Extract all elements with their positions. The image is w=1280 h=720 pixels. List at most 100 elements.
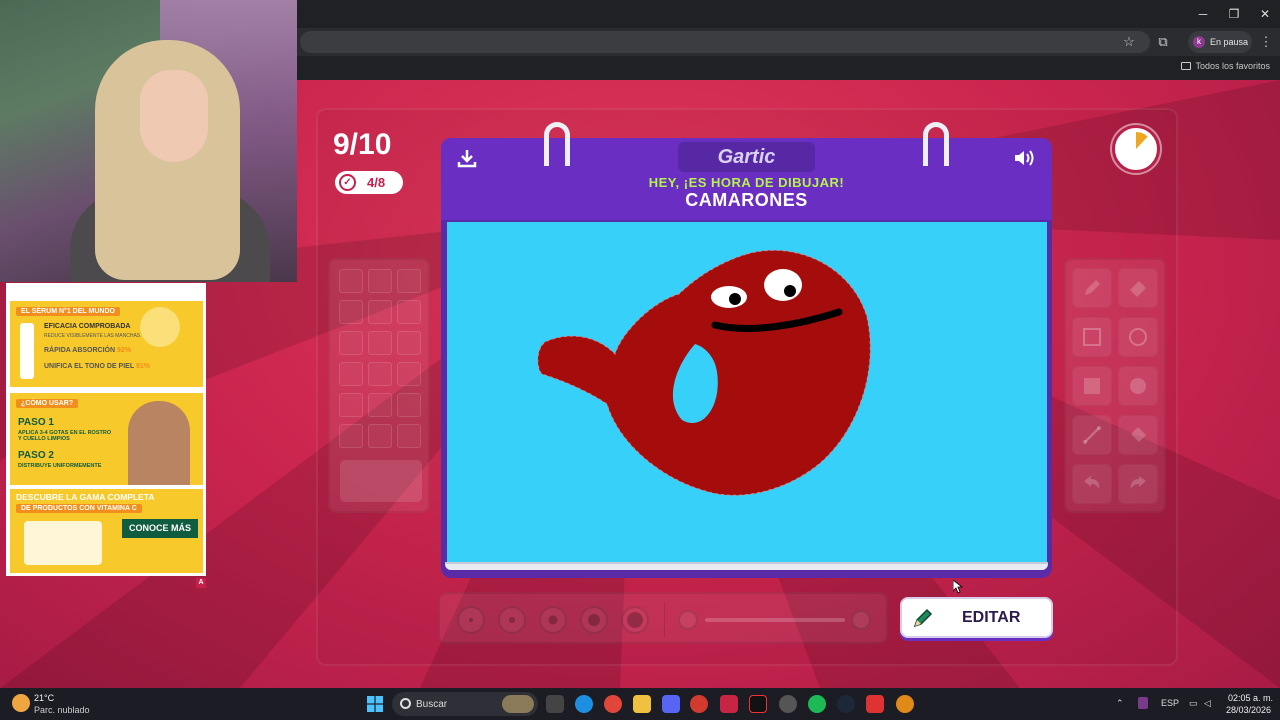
rectangle-tool[interactable]	[1072, 317, 1112, 357]
serum-bottle-image	[20, 323, 34, 379]
taskbar-search[interactable]: Buscar	[392, 692, 538, 716]
divider	[664, 602, 665, 638]
opacity-slider[interactable]	[705, 618, 845, 622]
t-app-icon[interactable]	[720, 695, 738, 713]
color-swatch[interactable]	[339, 362, 363, 386]
folder-icon	[1181, 62, 1192, 70]
language-indicator[interactable]: ESP	[1161, 698, 1179, 708]
network-icon[interactable]: ▭	[1189, 698, 1198, 709]
color-swatch[interactable]	[339, 331, 363, 355]
eraser-tool[interactable]	[1118, 268, 1158, 308]
ad-benefit-3-text: UNIFICA EL TONO DE PIEL	[44, 363, 134, 370]
filled-rectangle-tool[interactable]	[1072, 366, 1112, 406]
color-swatch[interactable]	[368, 393, 392, 417]
color-swatch[interactable]	[368, 362, 392, 386]
undo-tool[interactable]	[1072, 464, 1112, 504]
color-palette	[328, 258, 430, 513]
volume-icon[interactable]	[1013, 148, 1037, 168]
model-image	[128, 401, 190, 485]
color-swatch[interactable]	[339, 393, 363, 417]
conoce-mas-button[interactable]: CONOCE MÁS	[122, 519, 198, 538]
opacity-slider-handle[interactable]	[851, 610, 871, 630]
tray-app-icon[interactable]	[1138, 697, 1148, 709]
clock-date[interactable]: 28/03/2026	[1226, 705, 1271, 715]
tiktok-icon[interactable]	[749, 695, 767, 713]
color-swatch[interactable]	[397, 393, 421, 417]
chrome-icon[interactable]	[604, 695, 622, 713]
recorder-icon[interactable]	[866, 695, 884, 713]
eraser-icon	[1130, 281, 1146, 297]
bookmark-star-icon[interactable]: ☆	[1119, 32, 1139, 52]
weather-icon[interactable]	[12, 694, 30, 712]
minimize-icon[interactable]: ─	[1188, 4, 1218, 24]
task-view-icon[interactable]	[546, 695, 564, 713]
windows-start-icon[interactable]	[367, 696, 383, 712]
color-swatch[interactable]	[368, 269, 392, 293]
color-swatch[interactable]	[368, 300, 392, 324]
g-app-icon[interactable]	[690, 695, 708, 713]
ad-benefit-2: RÁPIDA ABSORCIÓN 92%	[44, 347, 131, 354]
circle-tool[interactable]	[1118, 317, 1158, 357]
all-bookmarks-button[interactable]: Todos los favoritos	[1181, 61, 1270, 71]
obs-icon[interactable]	[779, 695, 797, 713]
tool-panel	[1064, 258, 1166, 513]
brush-size-3[interactable]	[539, 606, 567, 634]
spotify-icon[interactable]	[808, 695, 826, 713]
address-bar[interactable]	[300, 31, 1150, 53]
ad-benefit-3: UNIFICA EL TONO DE PIEL 91%	[44, 363, 150, 370]
color-swatch[interactable]	[368, 331, 392, 355]
discord-icon[interactable]	[662, 695, 680, 713]
profile-button[interactable]: k En pausa	[1188, 31, 1252, 53]
sponsored-ad[interactable]: EL SÉRUM N°1 DEL MUNDO EFICACIA COMPROBA…	[6, 283, 206, 576]
color-swatch[interactable]	[397, 331, 421, 355]
profile-avatar: k	[1193, 36, 1205, 48]
lemon-image	[140, 307, 180, 347]
extensions-icon[interactable]: ⧉	[1153, 32, 1173, 52]
mouse-cursor-icon	[953, 580, 963, 594]
pencil-icon	[1085, 280, 1100, 295]
color-swatch[interactable]	[339, 424, 363, 448]
download-icon[interactable]	[457, 148, 477, 168]
edit-button[interactable]: EDITAR	[900, 597, 1053, 638]
color-swatch[interactable]	[397, 362, 421, 386]
edge-icon[interactable]	[575, 695, 593, 713]
file-explorer-icon[interactable]	[633, 695, 651, 713]
tray-chevron-icon[interactable]: ⌃	[1116, 698, 1124, 709]
filled-circle-tool[interactable]	[1118, 366, 1158, 406]
maximize-icon[interactable]: ❐	[1219, 4, 1249, 24]
ad-benefit-2-text: RÁPIDA ABSORCIÓN	[44, 347, 116, 354]
color-swatch[interactable]	[397, 269, 421, 293]
notebook-ring-left	[544, 122, 570, 166]
pencil-tool[interactable]	[1072, 268, 1112, 308]
color-swatch[interactable]	[368, 424, 392, 448]
line-tool[interactable]	[1072, 415, 1112, 455]
redo-icon	[1130, 476, 1146, 489]
check-icon: ✓	[339, 174, 356, 191]
brush-size-bar	[438, 592, 888, 644]
ad-tag: EL SÉRUM N°1 DEL MUNDO	[16, 307, 120, 316]
brush-size-1[interactable]	[457, 606, 485, 634]
progress-count: 4/8	[367, 175, 386, 190]
brush-size-5[interactable]	[621, 606, 649, 634]
drawing-canvas[interactable]	[447, 222, 1047, 562]
browser-menu-icon[interactable]: ⋮	[1256, 32, 1276, 52]
color-swatch[interactable]	[339, 300, 363, 324]
brush-size-2[interactable]	[498, 606, 526, 634]
fill-bucket-tool[interactable]	[1118, 415, 1158, 455]
redo-tool[interactable]	[1118, 464, 1158, 504]
ad-panel-usage: ¿CÓMO USAR? PASO 1 APLICA 3-4 GOTAS EN E…	[10, 393, 203, 485]
current-color-swatch[interactable]	[340, 460, 422, 502]
close-icon[interactable]: ✕	[1250, 4, 1280, 24]
volume-tray-icon[interactable]: ◁	[1204, 698, 1211, 709]
timer-clock-icon	[1136, 132, 1148, 149]
color-swatch[interactable]	[397, 300, 421, 324]
steam-icon[interactable]	[837, 695, 855, 713]
brush-size-4[interactable]	[580, 606, 608, 634]
gartic-logo: Gartic	[678, 142, 815, 172]
clock-time[interactable]: 02:05 a. m.	[1228, 693, 1273, 703]
chrome-active-icon[interactable]	[896, 695, 914, 713]
ad-cta-headline: DESCUBRE LA GAMA COMPLETA	[16, 492, 155, 502]
color-swatch[interactable]	[397, 424, 421, 448]
opacity-min-knob[interactable]	[678, 610, 698, 630]
color-swatch[interactable]	[339, 269, 363, 293]
